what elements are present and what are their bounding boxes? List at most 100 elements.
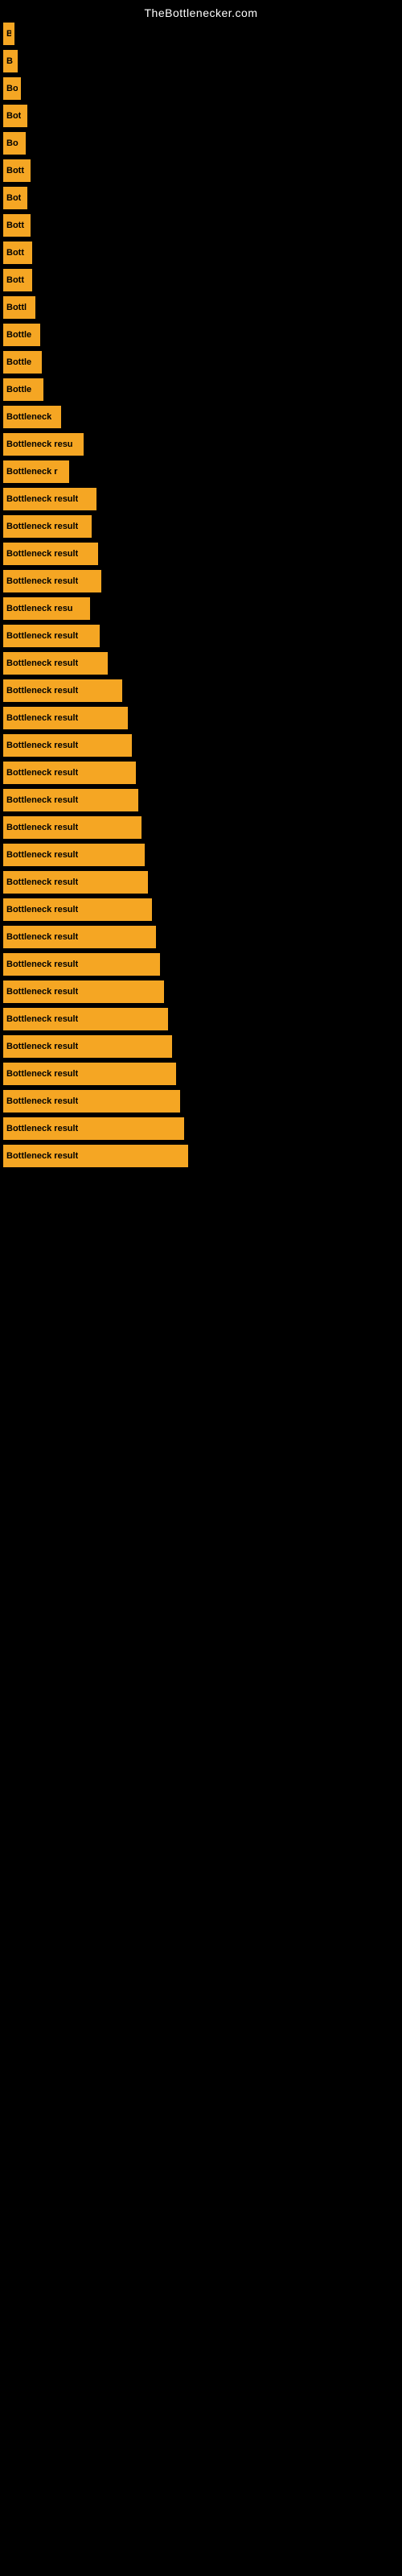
bar-row: Bottleneck result [3, 1117, 402, 1140]
bar-fill: Bottleneck r [3, 460, 69, 483]
bar-fill: Bot [3, 105, 27, 127]
bar-row: Bottleneck result [3, 1035, 402, 1058]
bar-fill: Bottleneck result [3, 953, 160, 976]
bar-row: Bott [3, 242, 402, 264]
bar-label: Bottleneck result [6, 768, 78, 778]
bar-label: Bot [6, 111, 21, 121]
bar-label: Bottleneck result [6, 823, 78, 832]
bar-row: Bottle [3, 324, 402, 346]
bar-label: Bottleneck result [6, 522, 78, 531]
bar-label: Bottleneck result [6, 494, 78, 504]
bar-label: Bott [6, 221, 24, 230]
bar-row: Bottleneck result [3, 789, 402, 811]
bar-row: Bottleneck result [3, 543, 402, 565]
bar-fill: Bottleneck result [3, 1117, 184, 1140]
bar-fill: Bottleneck result [3, 980, 164, 1003]
bar-label: Bo [6, 138, 18, 148]
bar-label: Bot [6, 193, 21, 203]
bar-label: Bott [6, 166, 24, 175]
site-title: TheBottlenecker.com [0, 0, 402, 23]
bar-label: Bottleneck result [6, 987, 78, 997]
bar-fill: Bottleneck result [3, 488, 96, 510]
bar-row: B [3, 23, 402, 45]
bar-row: Bottleneck result [3, 652, 402, 675]
bar-label: Bottle [6, 385, 31, 394]
bar-row: Bottleneck result [3, 1090, 402, 1113]
bar-fill: Bottleneck result [3, 1063, 176, 1085]
bar-fill: Bott [3, 242, 32, 264]
bar-fill: Bottleneck result [3, 1035, 172, 1058]
bar-label: Bottleneck result [6, 713, 78, 723]
bar-fill: Bottleneck result [3, 789, 138, 811]
bar-fill: Bottleneck result [3, 1008, 168, 1030]
bar-label: Bottleneck result [6, 877, 78, 887]
bar-row: Bottle [3, 351, 402, 374]
bar-fill: Bottleneck result [3, 1090, 180, 1113]
bar-fill: Bottleneck [3, 406, 61, 428]
bar-label: Bottleneck resu [6, 604, 73, 613]
bar-fill: Bottle [3, 378, 43, 401]
bar-fill: Bottleneck resu [3, 597, 90, 620]
bar-label: Bottleneck resu [6, 440, 73, 449]
bar-fill: B [3, 50, 18, 72]
bar-fill: Bottleneck result [3, 652, 108, 675]
bar-fill: Bott [3, 214, 31, 237]
bar-label: Bottleneck result [6, 1069, 78, 1079]
bar-label: Bottleneck result [6, 795, 78, 805]
bar-fill: B [3, 23, 14, 45]
bar-label: Bottleneck result [6, 1096, 78, 1106]
bar-label: Bo [6, 84, 18, 93]
bar-row: Bottle [3, 378, 402, 401]
bar-label: Bottleneck r [6, 467, 58, 477]
bar-label: Bottleneck result [6, 686, 78, 696]
bar-row: Bottleneck result [3, 679, 402, 702]
bar-fill: Bottleneck result [3, 570, 101, 592]
bar-fill: Bottleneck result [3, 844, 145, 866]
bar-fill: Bottleneck result [3, 1145, 188, 1167]
bar-label: Bottle [6, 357, 31, 367]
bar-fill: Bott [3, 269, 32, 291]
bar-fill: Bottleneck result [3, 679, 122, 702]
bar-row: Bott [3, 159, 402, 182]
bar-row: Bottleneck resu [3, 597, 402, 620]
bar-label: Bottleneck result [6, 1042, 78, 1051]
bar-fill: Bottl [3, 296, 35, 319]
bar-row: Bottleneck result [3, 844, 402, 866]
bar-fill: Bottleneck result [3, 816, 142, 839]
bar-label: Bottleneck result [6, 631, 78, 641]
bar-row: Bottleneck resu [3, 433, 402, 456]
bar-row: Bottleneck result [3, 734, 402, 757]
bar-row: Bo [3, 132, 402, 155]
bar-label: Bott [6, 248, 24, 258]
bar-row: Bottleneck r [3, 460, 402, 483]
bar-row: Bottleneck result [3, 1008, 402, 1030]
bar-fill: Bot [3, 187, 27, 209]
bar-fill: Bottleneck result [3, 707, 128, 729]
bar-label: B [6, 29, 11, 39]
bar-fill: Bottleneck result [3, 871, 148, 894]
bar-label: Bottle [6, 330, 31, 340]
bar-fill: Bottleneck resu [3, 433, 84, 456]
bar-row: Bo [3, 77, 402, 100]
bar-label: Bottleneck result [6, 1124, 78, 1133]
bar-fill: Bo [3, 77, 21, 100]
bar-row: Bottleneck result [3, 926, 402, 948]
bar-label: Bottleneck result [6, 576, 78, 586]
bar-row: Bot [3, 105, 402, 127]
bar-row: Bottleneck [3, 406, 402, 428]
bar-label: Bottleneck result [6, 658, 78, 668]
bar-label: Bottleneck result [6, 932, 78, 942]
bar-fill: Bottleneck result [3, 625, 100, 647]
bar-row: Bottleneck result [3, 898, 402, 921]
bar-fill: Bottle [3, 324, 40, 346]
bar-row: Bott [3, 269, 402, 291]
bar-row: B [3, 50, 402, 72]
bar-row: Bottleneck result [3, 1063, 402, 1085]
bar-fill: Bottleneck result [3, 543, 98, 565]
bar-fill: Bottle [3, 351, 42, 374]
bar-label: Bottleneck result [6, 741, 78, 750]
bar-row: Bottleneck result [3, 871, 402, 894]
bar-row: Bottleneck result [3, 570, 402, 592]
bar-fill: Bo [3, 132, 26, 155]
bar-row: Bott [3, 214, 402, 237]
